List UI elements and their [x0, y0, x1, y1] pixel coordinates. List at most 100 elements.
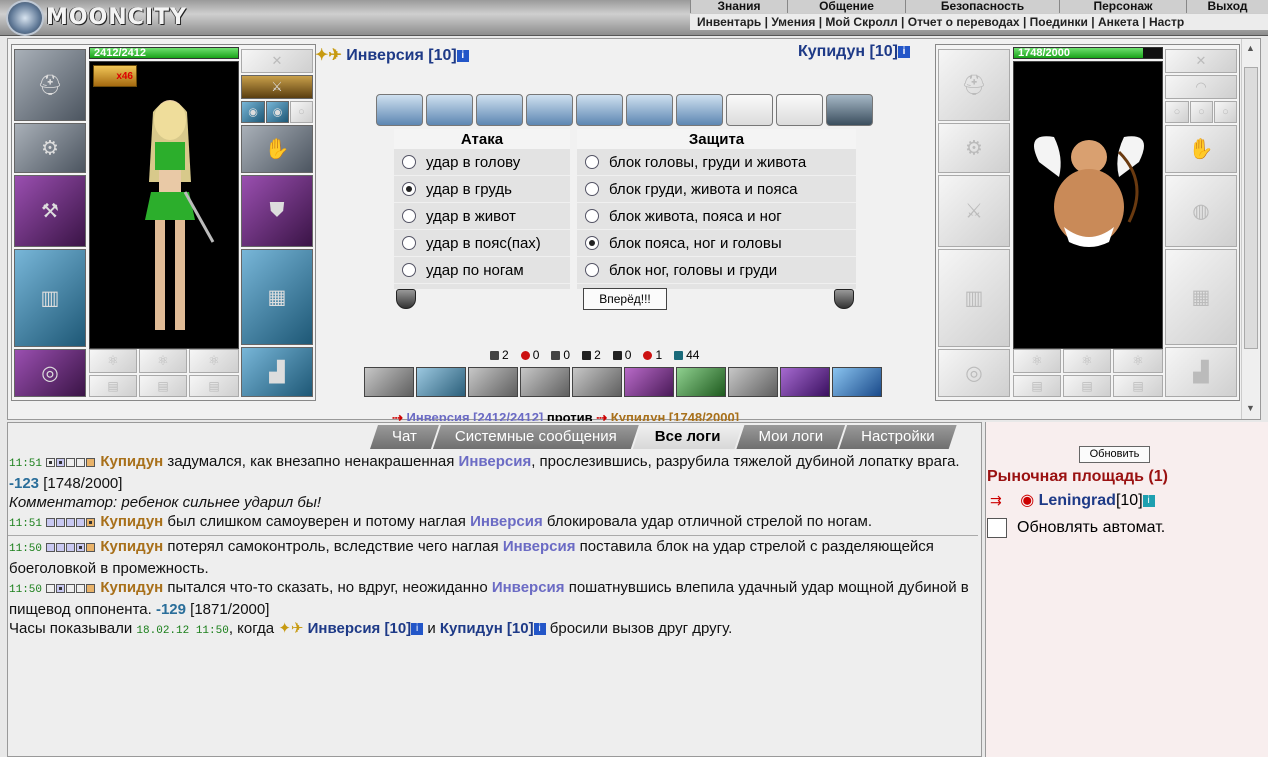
scroll-up-icon[interactable]: ▲ — [1246, 43, 1255, 53]
frost-scroll-4[interactable] — [526, 94, 573, 126]
tab-settings[interactable]: Настройки — [839, 425, 957, 449]
belt-slot[interactable]: ◎ — [14, 349, 86, 397]
skill-7[interactable] — [676, 367, 726, 397]
skill-4[interactable] — [520, 367, 570, 397]
rune-slot-2[interactable]: ⚛ — [139, 349, 187, 373]
necklace-slot[interactable]: ⚔ — [241, 75, 313, 99]
log-target[interactable]: Инверсия — [470, 513, 543, 530]
log-opponent[interactable]: Купидун [10] — [440, 620, 534, 637]
legs-slot[interactable]: ▦ — [241, 249, 313, 345]
submenu-transfers[interactable]: Отчет о переводах — [908, 15, 1020, 29]
battle-scrollbar[interactable]: ▲ ▼ — [1241, 39, 1259, 419]
boots-slot[interactable]: ▟ — [1165, 347, 1237, 397]
defense-option[interactable]: блок пояса, ног и головы — [577, 230, 856, 257]
radio-button[interactable] — [402, 263, 416, 277]
skill-6[interactable] — [624, 367, 674, 397]
radio-button[interactable] — [585, 182, 599, 196]
attack-option[interactable]: удар в голову — [394, 149, 570, 176]
skill-8[interactable] — [728, 367, 778, 397]
shield-left-icon[interactable] — [396, 289, 416, 309]
skill-9[interactable] — [780, 367, 830, 397]
menu-communication[interactable]: Общение — [787, 0, 905, 13]
necklace-slot[interactable]: ◠ — [1165, 75, 1237, 99]
gloves-slot[interactable]: ✋ — [241, 125, 313, 173]
submenu-duels[interactable]: Поединки — [1030, 15, 1088, 29]
tab-all-logs[interactable]: Все логи — [633, 425, 743, 449]
radio-button[interactable] — [402, 209, 416, 223]
log-target[interactable]: Инверсия — [492, 579, 565, 596]
logo[interactable]: MOONCITY — [6, 0, 206, 36]
skill-5[interactable] — [572, 367, 622, 397]
frost-scroll-1[interactable] — [376, 94, 423, 126]
opponent-name[interactable]: Купидун — [798, 43, 865, 60]
bracers-slot[interactable]: ⚙ — [14, 123, 86, 173]
log-actor[interactable]: Купидун — [100, 453, 163, 470]
rune-slot-3[interactable]: ⚛ — [1113, 349, 1163, 373]
legs-slot[interactable]: ▦ — [1165, 249, 1237, 345]
helmet-slot[interactable]: ⛑ — [938, 49, 1010, 121]
empty-scroll-2[interactable] — [776, 94, 823, 126]
auto-refresh-checkbox[interactable] — [987, 518, 1007, 538]
rune-slot-1[interactable]: ⚛ — [89, 349, 137, 373]
earring-slot[interactable]: ✕ — [241, 49, 313, 73]
armor-slot[interactable]: ▥ — [938, 249, 1010, 347]
submenu-skills[interactable]: Умения — [771, 15, 815, 29]
scroll-slot-2[interactable]: ▤ — [1063, 375, 1111, 397]
eye-icon[interactable]: ◉ — [1020, 492, 1034, 509]
radio-button[interactable] — [402, 236, 416, 250]
frost-scroll-5[interactable] — [576, 94, 623, 126]
shield-slot[interactable]: ⛊ — [241, 175, 313, 247]
ring2-slot[interactable]: ○ — [1190, 101, 1213, 123]
info-icon[interactable]: i — [1142, 494, 1155, 507]
log-target[interactable]: Инверсия — [459, 453, 532, 470]
log-player[interactable]: Инверсия [10] — [308, 620, 412, 637]
attack-option[interactable]: удар в грудь — [394, 176, 570, 203]
bracers-slot[interactable]: ⚙ — [938, 123, 1010, 173]
armor-slot[interactable]: ▥ — [14, 249, 86, 347]
info-icon[interactable]: i — [533, 623, 546, 636]
weapon-slot[interactable]: ⚒ — [14, 175, 86, 247]
submenu-profile[interactable]: Анкета — [1098, 15, 1139, 29]
go-button[interactable]: Вперёд!!! — [583, 288, 667, 310]
buff-badge[interactable]: x46 — [93, 65, 137, 87]
scroll-slot-3[interactable]: ▤ — [1113, 375, 1163, 397]
defense-option[interactable]: блок ног, головы и груди — [577, 257, 856, 284]
scroll-slot-2[interactable]: ▤ — [139, 375, 187, 397]
shield-scroll[interactable] — [826, 94, 873, 126]
radio-button[interactable] — [585, 209, 599, 223]
defense-option[interactable]: блок живота, пояса и ног — [577, 203, 856, 230]
ring2-slot[interactable]: ◉ — [266, 101, 289, 123]
auto-refresh[interactable]: Обновлять автомат. — [987, 518, 1165, 538]
menu-security[interactable]: Безопасность — [905, 0, 1059, 13]
attack-option[interactable]: удар в пояс(пах) — [394, 230, 570, 257]
tab-my-logs[interactable]: Мои логи — [736, 425, 845, 449]
gloves-slot[interactable]: ✋ — [1165, 125, 1237, 173]
log-target[interactable]: Инверсия — [503, 538, 576, 555]
info-icon[interactable]: i — [456, 49, 469, 62]
menu-character[interactable]: Персонаж — [1059, 0, 1186, 13]
menu-exit[interactable]: Выход — [1186, 0, 1268, 13]
log-actor[interactable]: Купидун — [100, 538, 163, 555]
tab-system[interactable]: Системные сообщения — [433, 425, 639, 449]
info-icon[interactable]: i — [897, 45, 910, 58]
boots-slot[interactable]: ▟ — [241, 347, 313, 397]
scroll-thumb[interactable] — [1244, 67, 1258, 349]
submenu-scroll[interactable]: Мой Скролл — [825, 15, 897, 29]
earring-slot[interactable]: ✕ — [1165, 49, 1237, 73]
radio-button[interactable] — [585, 155, 599, 169]
radio-button[interactable] — [402, 182, 416, 196]
scroll-slot-1[interactable]: ▤ — [89, 375, 137, 397]
defense-option[interactable]: блок головы, груди и живота — [577, 149, 856, 176]
frost-scroll-7[interactable] — [676, 94, 723, 126]
scroll-down-icon[interactable]: ▼ — [1246, 403, 1255, 413]
rune-slot-1[interactable]: ⚛ — [1013, 349, 1061, 373]
skill-1[interactable] — [364, 367, 414, 397]
radio-button[interactable] — [585, 236, 599, 250]
ring3-slot[interactable]: ○ — [1214, 101, 1237, 123]
weapon-slot[interactable]: ⚔ — [938, 175, 1010, 247]
ring3-slot[interactable]: ○ — [290, 101, 313, 123]
submenu-settings[interactable]: Настр — [1149, 15, 1184, 29]
scroll-slot-3[interactable]: ▤ — [189, 375, 239, 397]
attack-user-icon[interactable]: ⇉ — [990, 492, 1002, 508]
radio-button[interactable] — [402, 155, 416, 169]
